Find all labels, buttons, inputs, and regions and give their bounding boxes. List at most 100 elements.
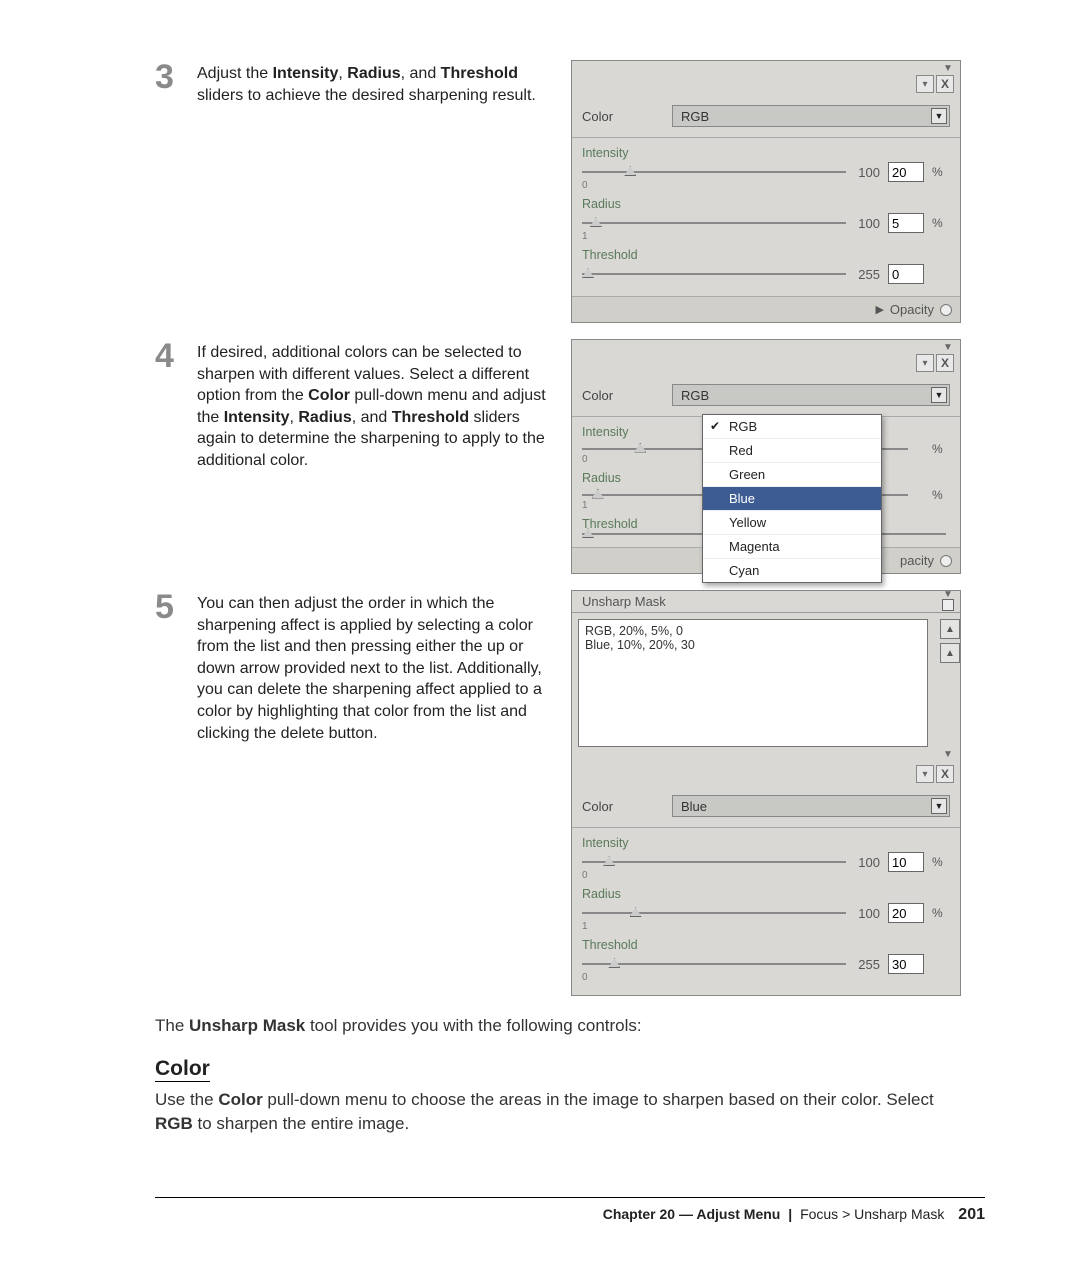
threshold-label: Threshold xyxy=(582,248,950,262)
section-body-color: Use the Color pull-down menu to choose t… xyxy=(155,1088,955,1137)
radius-input[interactable] xyxy=(888,213,924,233)
footer-page-number: 201 xyxy=(948,1206,985,1223)
opacity-label: Opacity xyxy=(890,302,934,317)
close-icon[interactable]: X xyxy=(936,75,954,93)
slider-min: 1 xyxy=(582,921,588,932)
t: Radius xyxy=(347,65,400,82)
t: , and xyxy=(352,409,392,426)
slider-min: 0 xyxy=(582,870,588,881)
color-menu-item[interactable]: Cyan xyxy=(703,559,881,582)
color-menu-item[interactable]: Yellow xyxy=(703,511,881,535)
slider-max: 100 xyxy=(858,165,880,180)
threshold-input[interactable] xyxy=(888,264,924,284)
t: sliders to achieve the desired sharpenin… xyxy=(197,87,536,104)
radius-slider[interactable] xyxy=(582,222,846,224)
unit: % xyxy=(932,906,950,920)
close-icon[interactable]: X xyxy=(936,354,954,372)
color-menu-item[interactable]: Magenta xyxy=(703,535,881,559)
color-dropdown[interactable]: RGB ▼ xyxy=(672,384,950,406)
t: The xyxy=(155,1016,189,1035)
threshold-input[interactable] xyxy=(888,954,924,974)
radius-input[interactable] xyxy=(888,903,924,923)
move-up-button[interactable]: ▲ xyxy=(940,619,960,639)
t: , xyxy=(338,65,347,82)
intensity-slider[interactable] xyxy=(582,171,846,173)
color-dropdown[interactable]: RGB ▼ xyxy=(672,105,950,127)
opacity-radio[interactable] xyxy=(940,304,952,316)
color-label: Color xyxy=(582,388,662,403)
collapse-arrow-icon: ▼ xyxy=(942,63,954,73)
chevron-down-icon: ▼ xyxy=(931,108,947,124)
delete-icon[interactable]: X xyxy=(936,765,954,783)
color-menu-item[interactable]: Green xyxy=(703,463,881,487)
slider-max xyxy=(920,487,924,502)
chevron-down-icon: ▼ xyxy=(931,798,947,814)
unit: % xyxy=(932,165,950,179)
t: Use the xyxy=(155,1090,218,1109)
chevron-down-icon: ▼ xyxy=(931,387,947,403)
panel-sharpen-settings: ▼ ▾ X Color RGB ▼ Intensity xyxy=(571,60,961,323)
slider-max: 255 xyxy=(858,957,880,972)
color-dropdown[interactable]: Blue ▼ xyxy=(672,795,950,817)
t: to sharpen the entire image. xyxy=(193,1114,409,1133)
intensity-label: Intensity xyxy=(582,836,950,850)
unit: % xyxy=(932,488,950,502)
threshold-slider[interactable] xyxy=(582,273,846,275)
page-footer: Chapter 20 — Adjust Menu | Focus > Unsha… xyxy=(155,1197,985,1224)
t: Radius xyxy=(298,409,351,426)
radius-label: Radius xyxy=(582,197,950,211)
color-dropdown-menu[interactable]: RGBRedGreenBlueYellowMagentaCyan xyxy=(702,414,882,583)
list-item[interactable]: RGB, 20%, 5%, 0 xyxy=(585,624,921,638)
t: Threshold xyxy=(392,409,469,426)
unit: % xyxy=(932,442,950,456)
checkbox-icon[interactable] xyxy=(942,599,954,611)
slider-max: 100 xyxy=(858,216,880,231)
collapse-arrow-icon: ▼ xyxy=(942,749,954,759)
threshold-slider[interactable] xyxy=(582,963,846,965)
play-icon: ▶ xyxy=(875,303,883,316)
slider-max xyxy=(920,441,924,456)
dropdown-icon[interactable]: ▾ xyxy=(916,765,934,783)
list-item[interactable]: Blue, 10%, 20%, 30 xyxy=(585,638,921,652)
t: Adjust the xyxy=(197,65,273,82)
opacity-radio[interactable] xyxy=(940,555,952,567)
dropdown-icon[interactable]: ▾ xyxy=(916,354,934,372)
dropdown-icon[interactable]: ▾ xyxy=(916,75,934,93)
step-4-text: If desired, additional colors can be sel… xyxy=(197,339,555,472)
t: Color xyxy=(218,1090,262,1109)
color-menu-item[interactable]: Red xyxy=(703,439,881,463)
sharpen-list[interactable]: RGB, 20%, 5%, 0Blue, 10%, 20%, 30 xyxy=(578,619,928,747)
step-5-text: You can then adjust the order in which t… xyxy=(197,590,555,744)
footer-separator: | xyxy=(784,1206,796,1222)
intensity-input[interactable] xyxy=(888,852,924,872)
slider-max: 255 xyxy=(858,267,880,282)
intensity-input[interactable] xyxy=(888,162,924,182)
panel-unsharp-mask: Unsharp Mask ▼ RGB, 20%, 5%, 0Blue, 10%,… xyxy=(571,590,961,996)
t: Threshold xyxy=(441,65,518,82)
slider-min: 0 xyxy=(582,972,588,983)
opacity-label: pacity xyxy=(900,553,934,568)
t: RGB xyxy=(155,1114,193,1133)
radius-label: Radius xyxy=(582,887,950,901)
panel-title: Unsharp Mask xyxy=(582,594,666,609)
slider-min: 0 xyxy=(582,180,588,191)
step-number: 4 xyxy=(155,339,197,373)
threshold-label: Threshold xyxy=(582,938,950,952)
color-menu-item[interactable]: Blue xyxy=(703,487,881,511)
radius-slider[interactable] xyxy=(582,912,846,914)
unit: % xyxy=(932,216,950,230)
t: Intensity xyxy=(224,409,290,426)
footer-chapter: Chapter 20 — Adjust Menu xyxy=(603,1206,781,1222)
step-3-text: Adjust the Intensity, Radius, and Thresh… xyxy=(197,60,555,106)
slider-min: 0 xyxy=(582,454,588,465)
t: Intensity xyxy=(273,65,339,82)
chevron-down-icon[interactable]: ▼ xyxy=(942,589,954,599)
intensity-slider[interactable] xyxy=(582,861,846,863)
collapse-arrow-icon: ▼ xyxy=(942,342,954,352)
t: Unsharp Mask xyxy=(189,1016,305,1035)
slider-max: 100 xyxy=(858,906,880,921)
move-down-button[interactable]: ▲ xyxy=(940,643,960,663)
footer-breadcrumb: Focus > Unsharp Mask xyxy=(800,1206,944,1222)
color-label: Color xyxy=(582,799,662,814)
color-menu-item[interactable]: RGB xyxy=(703,415,881,439)
